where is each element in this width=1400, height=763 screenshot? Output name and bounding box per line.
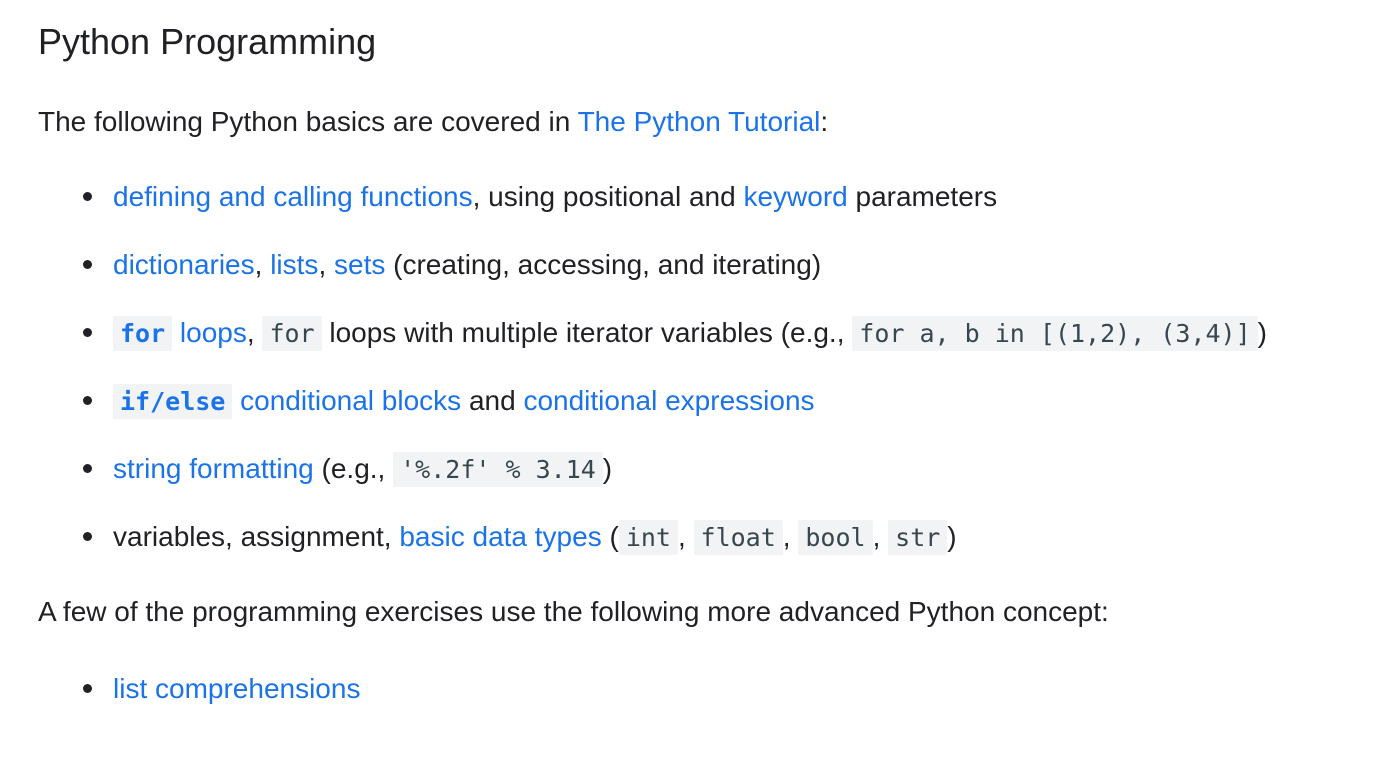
bullet-icon (83, 260, 92, 269)
str-code: str (888, 520, 948, 555)
bool-code: bool (798, 520, 873, 555)
list-item: for loops, for loops with multiple itera… (38, 315, 1388, 383)
close-paren: ) (1257, 317, 1267, 348)
intro-paragraph: The following Python basics are covered … (38, 104, 828, 140)
separator: , (318, 249, 334, 280)
format-example-code: '%.2f' % 3.14 (393, 452, 603, 487)
list-item-text: (e.g., (313, 453, 394, 484)
python-tutorial-link[interactable]: The Python Tutorial (578, 106, 821, 137)
conditional-blocks-text: conditional blocks (232, 385, 462, 416)
page-title: Python Programming (38, 21, 377, 62)
intro-text: The following Python basics are covered … (38, 106, 578, 137)
list-item-text: loops with multiple iterator variables (… (321, 317, 853, 348)
separator: , (246, 317, 263, 348)
for-example-code: for a, b in [(1,2), (3,4)] (852, 316, 1258, 351)
if-else-code: if/else (113, 384, 233, 419)
bullet-icon (83, 532, 92, 541)
list-comprehensions-link[interactable]: list comprehensions (113, 673, 360, 704)
advanced-intro-paragraph: A few of the programming exercises use t… (38, 596, 1109, 627)
basic-data-types-link[interactable]: basic data types (399, 521, 601, 552)
basics-list: defining and calling functions, using po… (38, 179, 1388, 587)
conditional-expressions-link[interactable]: conditional expressions (523, 385, 814, 416)
functions-link[interactable]: defining and calling functions (113, 181, 473, 212)
bullet-icon (83, 396, 92, 405)
sets-link[interactable]: sets (334, 249, 385, 280)
for-code: for (113, 316, 173, 351)
list-item: if/else conditional blocks and condition… (38, 383, 1388, 451)
string-formatting-link[interactable]: string formatting (113, 453, 314, 484)
keyword-link[interactable]: keyword (743, 181, 847, 212)
open-paren: ( (601, 521, 619, 552)
list-item: defining and calling functions, using po… (38, 179, 1388, 247)
float-code: float (693, 520, 783, 555)
list-item-text: variables, assignment, (113, 521, 400, 552)
loops-link-text: loops (172, 317, 247, 348)
separator: , (254, 249, 271, 280)
separator: , (782, 521, 799, 552)
list-item-text: (creating, accessing, and iterating) (385, 249, 822, 280)
separator: , (677, 521, 694, 552)
lists-link[interactable]: lists (270, 249, 318, 280)
intro-suffix: : (820, 106, 829, 137)
int-code: int (618, 520, 678, 555)
for-code: for (262, 316, 322, 351)
list-item: list comprehensions (38, 671, 1388, 739)
list-item: variables, assignment, basic data types … (38, 519, 1388, 587)
list-item: dictionaries, lists, sets (creating, acc… (38, 247, 1388, 315)
conditional-blocks-link[interactable]: if/else conditional blocks (113, 384, 462, 419)
for-loops-link[interactable]: for loops (113, 316, 247, 351)
bullet-icon (83, 464, 92, 473)
close-paren: ) (947, 521, 957, 552)
separator: , (872, 521, 889, 552)
bullet-icon (83, 328, 92, 337)
list-item-text: parameters (847, 181, 998, 212)
bullet-icon (83, 684, 92, 693)
bullet-icon (83, 192, 92, 201)
list-item-text: , using positional and (472, 181, 744, 212)
advanced-list: list comprehensions (38, 671, 1388, 739)
dictionaries-link[interactable]: dictionaries (113, 249, 255, 280)
close-paren: ) (602, 453, 613, 484)
list-item: string formatting (e.g., '%.2f' % 3.14) (38, 451, 1388, 519)
list-item-text: and (461, 385, 524, 416)
